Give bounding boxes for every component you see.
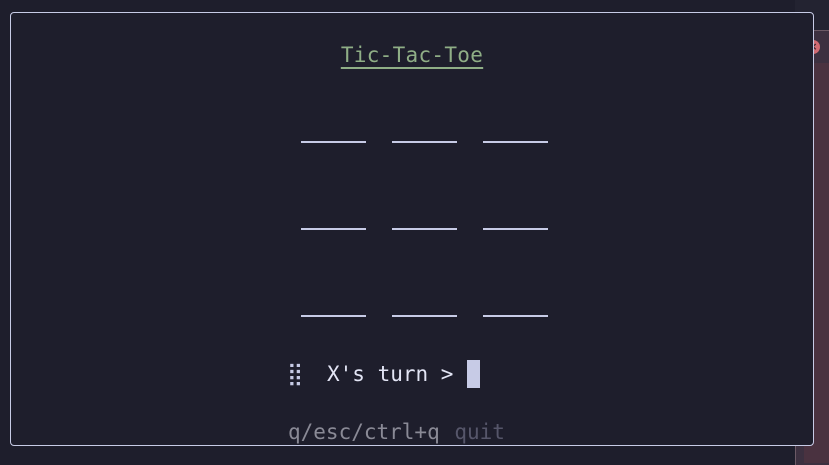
turn-prompt[interactable]: ⣿ X's turn > [287, 359, 481, 389]
board-cell-1[interactable] [301, 113, 366, 143]
board-cell-7[interactable] [301, 287, 366, 317]
board-cell-3[interactable] [483, 113, 548, 143]
turn-label: X's turn > [327, 362, 454, 386]
help-keys: q/esc/ctrl+q [288, 420, 440, 444]
board-cell-5[interactable] [392, 200, 457, 230]
board-cell-6[interactable] [483, 200, 548, 230]
game-board [301, 113, 551, 323]
board-cell-4[interactable] [301, 200, 366, 230]
help-bar: q/esc/ctrl+q quit [288, 420, 505, 444]
board-cell-8[interactable] [392, 287, 457, 317]
page-title: Tic-Tac-Toe [340, 43, 484, 67]
help-action: quit [454, 420, 505, 444]
board-cell-9[interactable] [483, 287, 548, 317]
text-cursor [467, 360, 481, 388]
spinner-icon: ⣿ [287, 361, 304, 387]
board-cell-2[interactable] [392, 113, 457, 143]
terminal-frame: Tic-Tac-Toe ⣿ X's turn > q/esc/ctrl+q qu… [10, 12, 814, 446]
